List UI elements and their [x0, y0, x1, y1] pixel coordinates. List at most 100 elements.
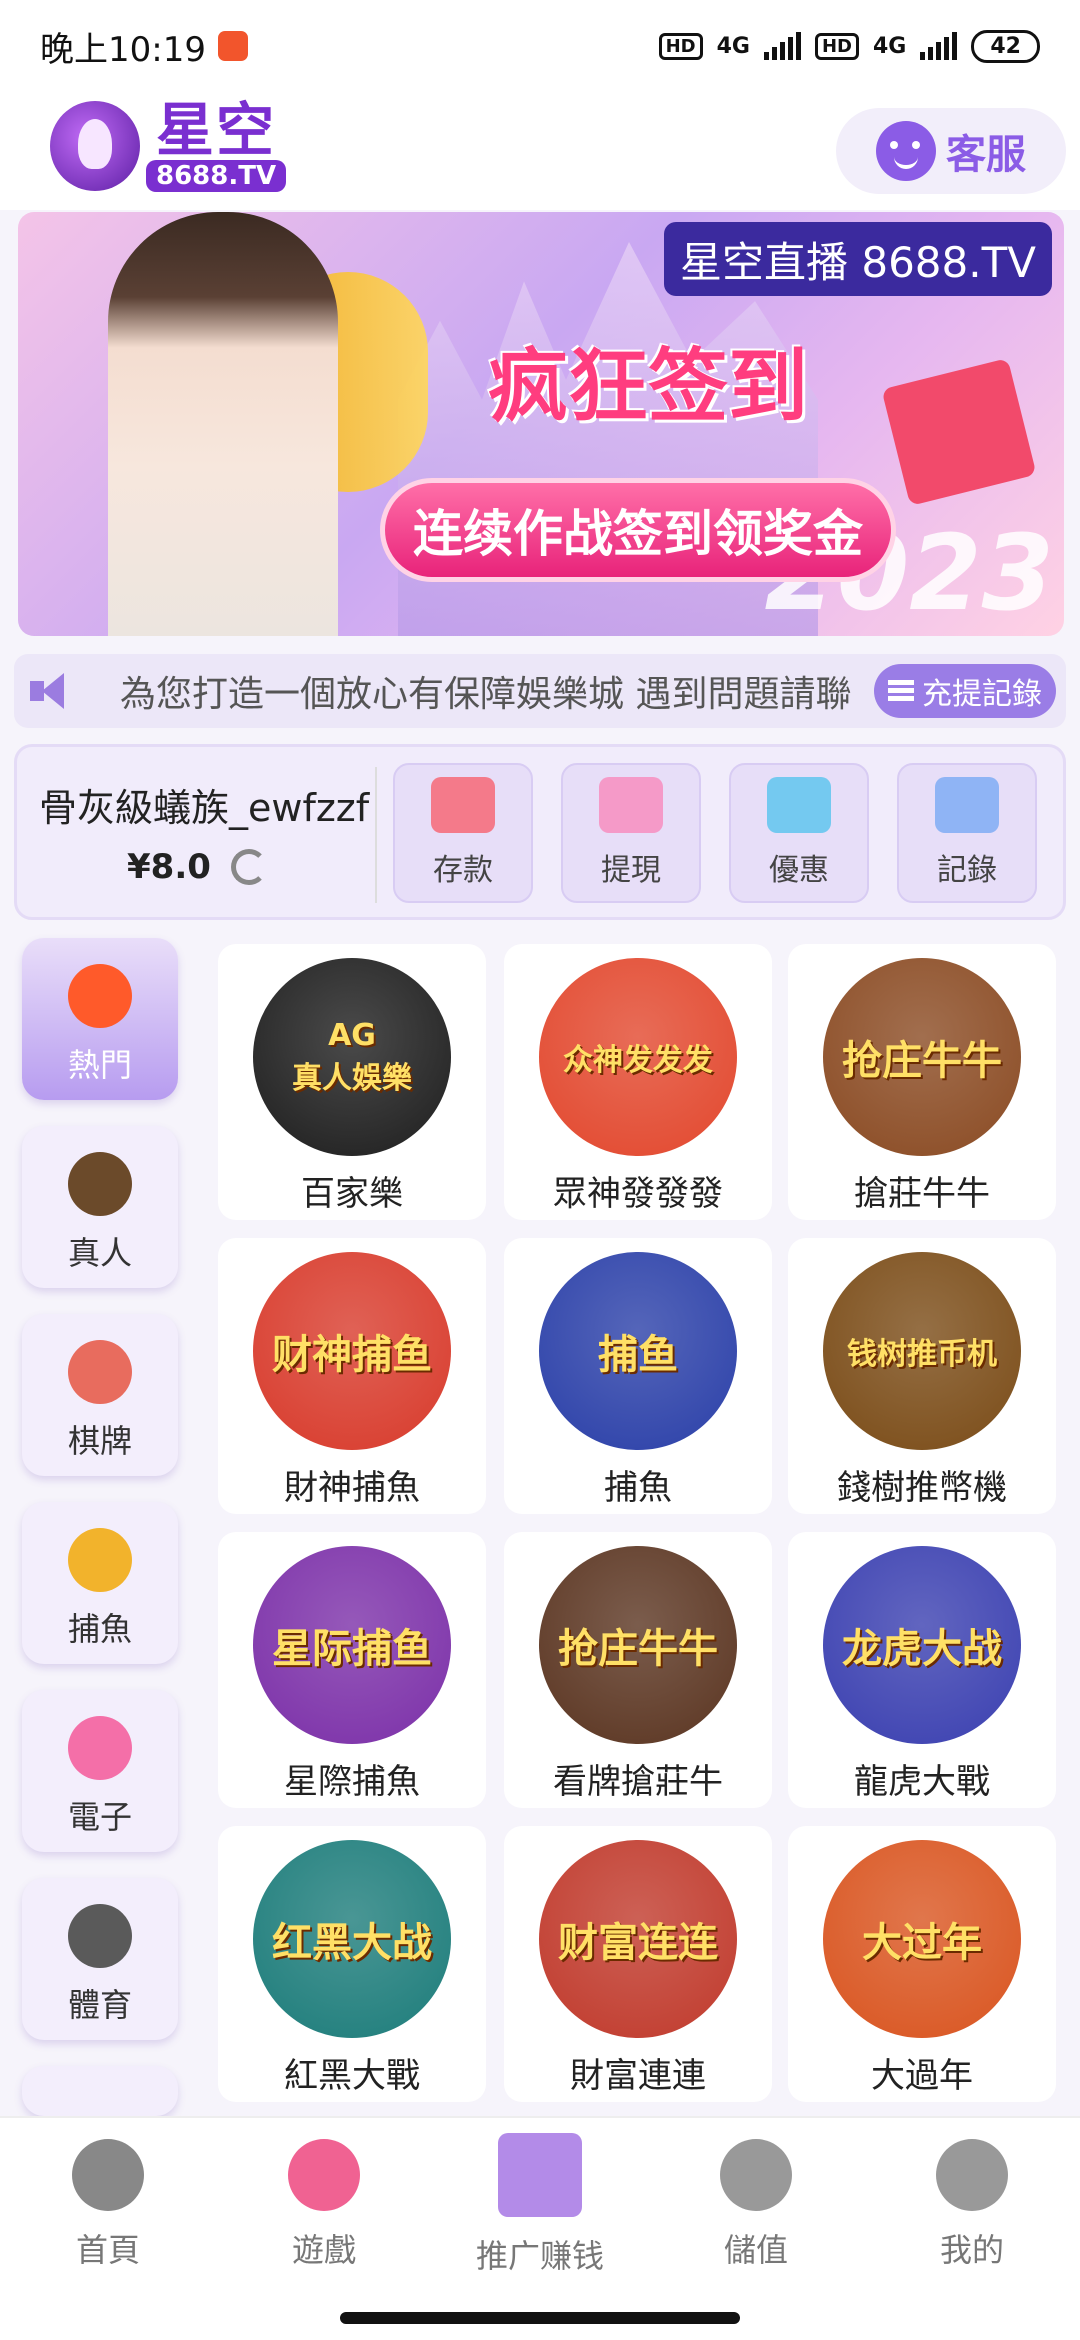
banner-title: 疯狂签到 [488, 340, 808, 433]
app-logo: 星空 8688.TV [50, 96, 287, 192]
user-panel: 骨灰級蟻族_ewfzzf ¥8.0 存款 提現 優惠 記錄 [14, 744, 1066, 920]
game-name: 星際捕魚 [284, 1762, 420, 1802]
customer-service-label: 客服 [946, 132, 1026, 178]
action-label: 存款 [433, 853, 493, 888]
game-tile[interactable]: AG 真人娛樂 百家樂 [218, 944, 486, 1220]
category-3[interactable]: 捕魚 [22, 1502, 178, 1664]
card-icon [431, 777, 495, 833]
promo-box-icon [498, 2133, 582, 2217]
headset-icon [876, 121, 936, 181]
banner-pill: 连续作战签到领奖金 [380, 478, 896, 582]
fairy-logo-icon [50, 101, 140, 191]
nav-item-4[interactable]: 我的 [864, 2118, 1080, 2292]
game-art: 红黑大战 [253, 1840, 451, 2038]
yuan-icon [720, 2139, 792, 2211]
game-art: 财神捕鱼 [253, 1252, 451, 1450]
action-button-0[interactable]: 存款 [393, 763, 533, 903]
game-name: 搶莊牛牛 [854, 1174, 990, 1214]
logo-text: 星空 8688.TV [146, 96, 287, 192]
game-art: 抢庄牛牛 [539, 1546, 737, 1744]
category-1[interactable]: 真人 [22, 1126, 178, 1288]
category-label: 真人 [67, 1234, 132, 1272]
home-girl-icon [72, 2139, 144, 2211]
game-tile[interactable]: 众神发发发眾神發發發 [504, 944, 772, 1220]
bottom-navigation: 首頁 遊戲 推广赚钱 儲值 我的 [0, 2116, 1080, 2292]
game-name: 眾神發發發 [553, 1174, 723, 1214]
game-art: 钱树推币机 [823, 1252, 1021, 1450]
username: 骨灰級蟻族_ewfzzf [39, 786, 370, 830]
divider [375, 767, 377, 903]
category-2[interactable]: 棋牌 [22, 1314, 178, 1476]
slot-icon [68, 1716, 132, 1780]
game-tile[interactable]: 抢庄牛牛 搶莊牛牛 [788, 944, 1056, 1220]
game-tile[interactable]: 财富连连 財富連連 [504, 1826, 772, 2102]
game-tile[interactable]: 大过年 大過年 [788, 1826, 1056, 2102]
category-0[interactable]: 熱門 [22, 938, 178, 1100]
status-bar: 晚上10:19 HD 4G HD 4G 42 [0, 0, 1080, 92]
action-button-2[interactable]: 優惠 [729, 763, 869, 903]
card-icon [68, 1340, 132, 1404]
game-tile[interactable]: 抢庄牛牛 看牌搶莊牛 [504, 1532, 772, 1808]
game-name: 龍虎大戰 [854, 1762, 990, 1802]
speaker-icon [30, 671, 80, 711]
game-art: 捕鱼 [539, 1252, 737, 1450]
nav-label: 首頁 [75, 2231, 140, 2269]
game-tile[interactable]: 捕鱼 捕魚 [504, 1238, 772, 1514]
signal-icon-1 [763, 32, 801, 60]
bar-chart-icon [935, 777, 999, 833]
category-5[interactable]: 體育 [22, 1878, 178, 2040]
casino-chip-icon [68, 1152, 132, 1216]
game-tile[interactable]: 钱树推币机錢樹推幣機 [788, 1238, 1056, 1514]
deposit-withdraw-records-button[interactable]: 充提記錄 [874, 664, 1056, 718]
category-label: 體育 [67, 1986, 132, 2024]
nav-item-1[interactable]: 遊戲 [216, 2118, 432, 2292]
money-bag-icon [599, 777, 663, 833]
action-button-3[interactable]: 記錄 [897, 763, 1037, 903]
hd-badge-1: HD [658, 32, 703, 60]
game-name: 看牌搶莊牛 [553, 1762, 723, 1802]
logo-title: 星空 [156, 96, 277, 164]
game-tile[interactable]: 星际捕鱼 星際捕魚 [218, 1532, 486, 1808]
home-indicator[interactable] [340, 2312, 740, 2324]
banner-tag: 星空直播 8688.TV [664, 222, 1052, 296]
banner-model-image [108, 212, 338, 636]
app-header: 星空 8688.TV 客服 [0, 92, 1080, 210]
game-art: 星际捕鱼 [253, 1546, 451, 1744]
fire-icon [68, 964, 132, 1028]
game-name: 紅黑大戰 [284, 2056, 420, 2096]
user-icon [936, 2139, 1008, 2211]
refresh-icon[interactable] [230, 849, 267, 885]
nav-item-3[interactable]: 儲值 [648, 2118, 864, 2292]
nav-label: 推广赚钱 [475, 2237, 604, 2275]
game-art: AG 真人娛樂 [253, 958, 451, 1156]
promo-banner[interactable]: 星空直播 8688.TV 疯狂签到 2023 连续作战签到领奖金 [18, 212, 1064, 636]
record-button-label: 充提記錄 [922, 677, 1042, 712]
nav-item-0[interactable]: 首頁 [0, 2118, 216, 2292]
game-name: 大過年 [871, 2056, 973, 2096]
customer-service-button[interactable]: 客服 [836, 108, 1066, 194]
category-peek[interactable] [22, 2066, 178, 2116]
announcement-bar[interactable]: 為您打造一個放心有保障娛樂城 遇到問題請聯 充提記錄 [14, 654, 1066, 728]
nav-item-2[interactable]: 推广赚钱 [432, 2118, 648, 2292]
hd-badge-2: HD [814, 32, 859, 60]
category-4[interactable]: 電子 [22, 1690, 178, 1852]
game-art: 众神发发发 [539, 958, 737, 1156]
balance: ¥8.0 [127, 847, 267, 887]
list-icon [888, 680, 914, 702]
category-label: 電子 [67, 1798, 132, 1836]
network-label-2: 4G [873, 33, 907, 59]
notification-icon [217, 31, 248, 61]
status-time: 晚上10:19 [40, 29, 206, 70]
game-art: 抢庄牛牛 [823, 958, 1021, 1156]
game-tile[interactable]: 红黑大战 紅黑大戰 [218, 1826, 486, 2102]
category-label: 捕魚 [67, 1610, 132, 1648]
game-name: 錢樹推幣機 [837, 1468, 1007, 1508]
action-label: 提現 [601, 853, 661, 888]
game-name: 財神捕魚 [284, 1468, 420, 1508]
status-right: HD 4G HD 4G 42 [658, 29, 1040, 63]
action-button-1[interactable]: 提現 [561, 763, 701, 903]
game-tile[interactable]: 财神捕鱼 財神捕魚 [218, 1238, 486, 1514]
gift-icon [767, 777, 831, 833]
category-label: 棋牌 [67, 1422, 132, 1460]
game-tile[interactable]: 龙虎大战 龍虎大戰 [788, 1532, 1056, 1808]
